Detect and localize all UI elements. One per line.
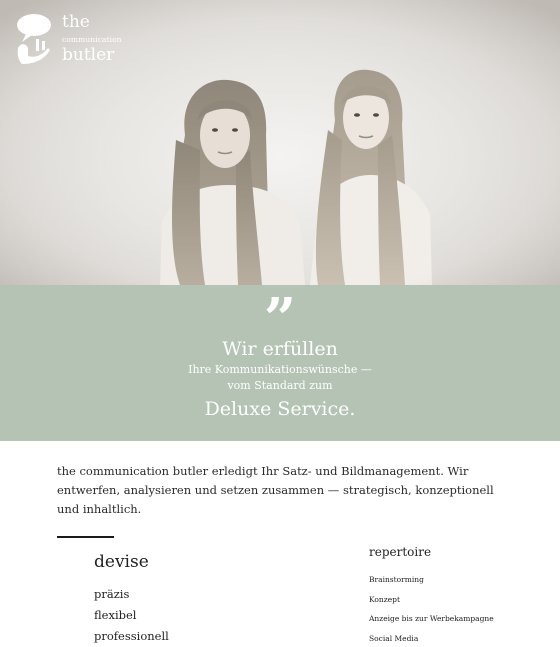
intro-text: the communication butler erledigt Ihr Sa… (57, 464, 494, 516)
butler-speech-bubble-icon (17, 14, 51, 64)
logo[interactable]: the communication butler (14, 12, 144, 70)
hero-section: the communication butler (0, 0, 560, 285)
logo-word-communication: communication (62, 35, 122, 44)
quote-headline: Wir erfüllen (222, 338, 338, 360)
repertoire-heading: repertoire (369, 545, 432, 559)
section-divider (57, 536, 114, 538)
logo-word-the: the (62, 12, 90, 32)
repertoire-item: Social Media (369, 633, 419, 643)
quote-tagline: Deluxe Service. (204, 398, 356, 420)
repertoire-item: Konzept (369, 594, 400, 604)
logo-word-butler: butler (62, 45, 115, 65)
devise-item: flexibel (94, 608, 137, 622)
repertoire-list: Brainstorming Konzept Anzeige bis zur We… (369, 570, 494, 647)
quote-line-1: Ihre Kommunikationswünsche — (188, 363, 372, 376)
quote-line-2: vom Standard zum (227, 379, 333, 392)
repertoire-item: Brainstorming (369, 575, 424, 584)
devise-heading: devise (94, 552, 149, 572)
devise-item: professionell (94, 629, 169, 643)
repertoire-item: Anzeige bis zur Werbekampagne (369, 614, 494, 623)
devise-item: präzis (94, 587, 130, 601)
devise-list: präzis flexibel professionell (94, 584, 169, 647)
quote-band: ” Wir erfüllen Ihre Kommunikationswünsch… (0, 285, 560, 441)
